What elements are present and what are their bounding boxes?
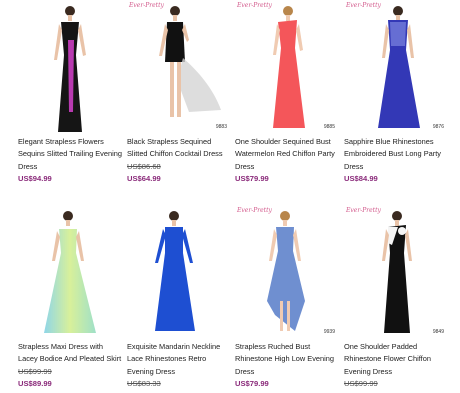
sku-label: 9883 (215, 124, 227, 130)
dress-figure (267, 211, 305, 331)
product-price: US$79.99 (235, 173, 269, 183)
product-name-link[interactable]: Elegant Strapless Flowers Sequins Slitte… (16, 136, 124, 173)
dress-figure (155, 211, 195, 331)
product-price: US$64.99 (127, 173, 161, 183)
product-card[interactable]: Ever-Pretty 9876 Sapphire Blue Rhineston… (342, 0, 450, 185)
product-price: US$89.99 (18, 378, 52, 388)
product-card[interactable]: Elegant Strapless Flowers Sequins Slitte… (16, 0, 124, 185)
product-price: US$94.99 (18, 173, 52, 183)
product-image[interactable] (16, 0, 124, 132)
product-image[interactable]: Ever-Pretty 9849 (342, 205, 450, 337)
product-grid: Elegant Strapless Flowers Sequins Slitte… (0, 0, 460, 393)
dress-figure (159, 6, 221, 117)
product-card[interactable]: Ever-Pretty 9849 One Shoulder Padded Rhi… (342, 205, 450, 390)
dress-figure (382, 211, 412, 333)
dress-figure (44, 211, 96, 333)
sku-label: 9939 (323, 329, 335, 335)
product-card[interactable]: Exquisite Mandarin Neckline Lace Rhinest… (125, 205, 233, 390)
product-name-link[interactable]: Exquisite Mandarin Neckline Lace Rhinest… (125, 341, 233, 378)
product-image[interactable]: Ever-Pretty 9885 (233, 0, 341, 132)
dress-figure (54, 6, 86, 132)
dress-figure (378, 6, 420, 128)
product-name-link[interactable]: Strapless Ruched Bust Rhinestone High Lo… (233, 341, 341, 378)
product-image[interactable] (125, 205, 233, 337)
product-name-link[interactable]: One Shoulder Sequined Bust Watermelon Re… (233, 136, 341, 173)
product-image[interactable]: Ever-Pretty 9939 (233, 205, 341, 337)
original-price: US$83.33 (127, 378, 161, 388)
product-image[interactable]: Ever-Pretty 9876 (342, 0, 450, 132)
product-image[interactable]: Ever-Pretty 9883 (125, 0, 233, 132)
product-price: US$84.99 (344, 173, 378, 183)
product-name-link[interactable]: One Shoulder Padded Rhinestone Flower Ch… (342, 341, 450, 378)
product-card[interactable]: Strapless Maxi Dress with Lacey Bodice A… (16, 205, 124, 390)
dress-figure (273, 6, 305, 128)
product-name-link[interactable]: Strapless Maxi Dress with Lacey Bodice A… (16, 341, 124, 366)
product-name-link[interactable]: Sapphire Blue Rhinestones Embroidered Bu… (342, 136, 450, 173)
original-price: US$86.68 (127, 161, 161, 171)
original-price: US$99.99 (344, 378, 378, 388)
product-card[interactable]: Ever-Pretty 9883 Black Strapless Sequine… (125, 0, 233, 185)
product-price: US$79.99 (235, 378, 269, 388)
product-name-link[interactable]: Black Strapless Sequined Slitted Chiffon… (125, 136, 233, 161)
original-price: US$99.99 (18, 366, 52, 376)
product-card[interactable]: Ever-Pretty 9885 One Shoulder Sequined B… (233, 0, 341, 185)
sku-label: 9849 (432, 329, 444, 335)
product-card[interactable]: Ever-Pretty 9939 Strapless Ruched Bust R… (233, 205, 341, 390)
sku-label: 9885 (323, 124, 335, 130)
product-image[interactable] (16, 205, 124, 337)
sku-label: 9876 (432, 124, 444, 130)
